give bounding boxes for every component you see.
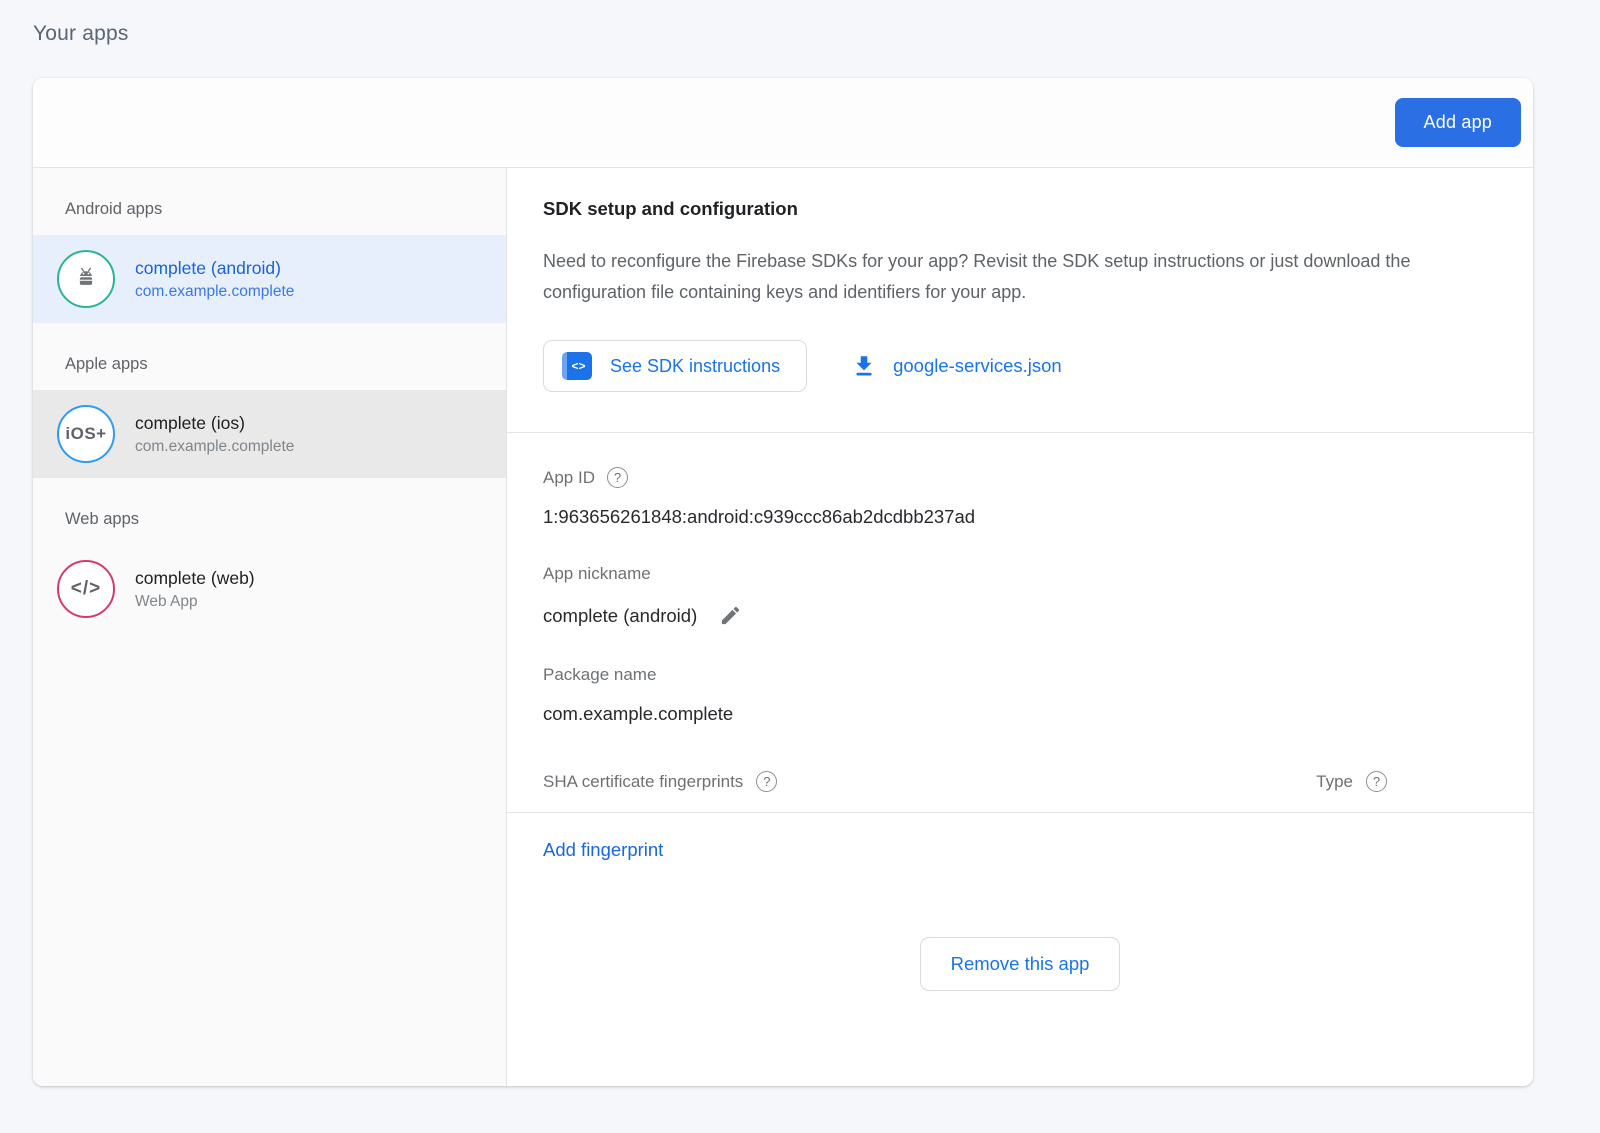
- app-nickname-value: complete (android): [543, 605, 697, 627]
- package-name-value: com.example.complete: [543, 703, 1497, 725]
- web-code-icon: </>: [57, 560, 115, 618]
- sidebar-item-ios-app[interactable]: iOS+ complete (ios) com.example.complete: [33, 390, 506, 478]
- add-app-button[interactable]: Add app: [1395, 98, 1521, 147]
- app-detail-panel: SDK setup and configuration Need to reco…: [507, 168, 1533, 1086]
- app-name: complete (android): [135, 258, 294, 279]
- apps-sidebar: Android apps: [33, 168, 507, 1086]
- sha-fingerprints-label: SHA certificate fingerprints: [543, 772, 743, 792]
- app-nickname-label: App nickname: [543, 564, 651, 584]
- download-icon: [851, 353, 877, 379]
- remove-this-app-button[interactable]: Remove this app: [920, 937, 1121, 991]
- help-icon[interactable]: ?: [756, 771, 777, 792]
- app-id-label: App ID: [543, 468, 595, 488]
- sha-fingerprints-header: SHA certificate fingerprints ? Type ?: [507, 761, 1533, 812]
- download-google-services-link[interactable]: google-services.json: [851, 353, 1062, 379]
- your-apps-card: Add app Android apps: [33, 78, 1533, 1086]
- app-name: complete (ios): [135, 413, 294, 434]
- app-id-field: App ID ? 1:963656261848:android:c939ccc8…: [543, 467, 1497, 528]
- page-title: Your apps: [0, 0, 1600, 46]
- app-id-value: 1:963656261848:android:c939ccc86ab2dcdbb…: [543, 506, 1497, 528]
- sdk-setup-heading: SDK setup and configuration: [543, 198, 1497, 220]
- sidebar-item-android-app[interactable]: complete (android) com.example.complete: [33, 235, 506, 323]
- web-apps-section-label: Web apps: [33, 478, 506, 545]
- sidebar-item-web-app[interactable]: </> complete (web) Web App: [33, 545, 506, 633]
- app-nickname-field: App nickname complete (android): [543, 564, 1497, 629]
- app-package: com.example.complete: [135, 438, 294, 456]
- edit-nickname-button[interactable]: [717, 602, 744, 629]
- ios-icon: iOS+: [57, 405, 115, 463]
- sha-type-label: Type: [1316, 772, 1353, 792]
- app-name: complete (web): [135, 568, 255, 589]
- help-icon[interactable]: ?: [1366, 771, 1387, 792]
- sdk-book-icon: <>: [562, 352, 592, 380]
- apple-apps-section-label: Apple apps: [33, 323, 506, 390]
- pencil-icon: [719, 604, 742, 627]
- sdk-setup-description: Need to reconfigure the Firebase SDKs fo…: [543, 246, 1483, 308]
- add-fingerprint-link[interactable]: Add fingerprint: [543, 839, 1533, 861]
- help-icon[interactable]: ?: [607, 467, 628, 488]
- app-platform: Web App: [135, 593, 255, 611]
- app-package: com.example.complete: [135, 283, 294, 301]
- android-apps-section-label: Android apps: [33, 168, 506, 235]
- package-name-field: Package name com.example.complete: [543, 665, 1497, 725]
- card-header: Add app: [33, 78, 1533, 168]
- android-icon: [57, 250, 115, 308]
- divider: [507, 812, 1533, 813]
- see-sdk-instructions-button[interactable]: <> See SDK instructions: [543, 340, 807, 392]
- package-name-label: Package name: [543, 665, 656, 685]
